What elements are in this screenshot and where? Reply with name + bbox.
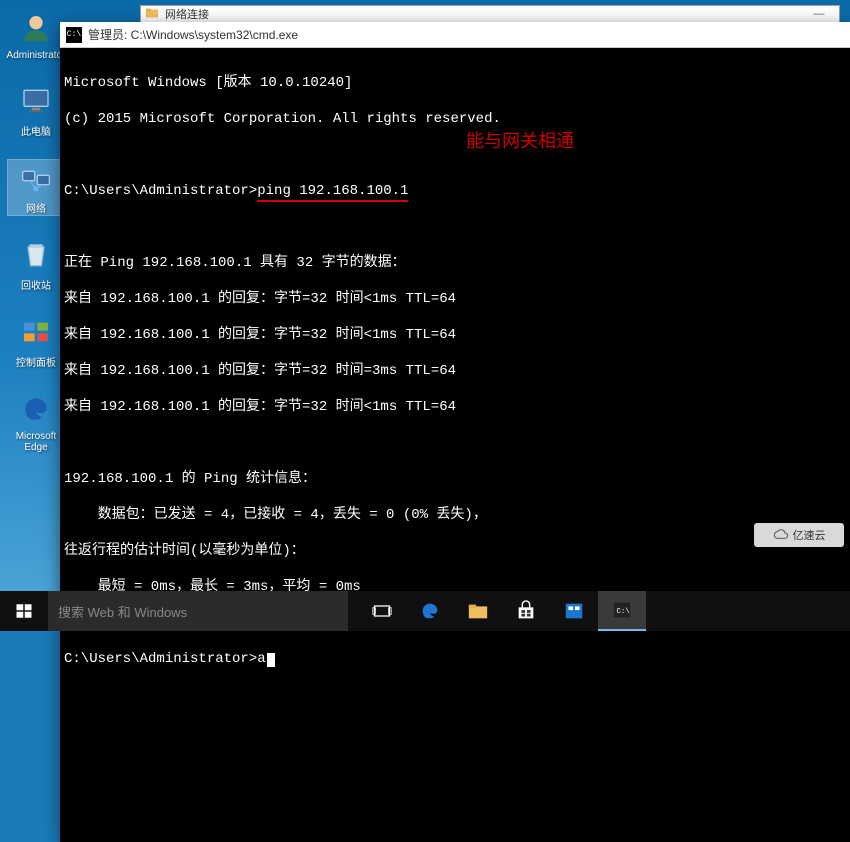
cmd-command: ping 192.168.100.1 (257, 183, 408, 202)
desktop-icon-label: 此电脑 (21, 123, 51, 138)
cmd-output-line: 192.168.100.1 的 Ping 统计信息： (64, 470, 846, 488)
desktop-icon-label: 控制面板 (16, 354, 56, 369)
cmd-window-title: 管理员: C:\Windows\system32\cmd.exe (88, 26, 298, 43)
minimize-button[interactable]: — (799, 8, 839, 20)
cmd-prompt: C:\Users\Administrator> (64, 651, 257, 667)
cmd-icon: C:\ (611, 599, 633, 621)
desktop-icon-label: 网络 (26, 200, 46, 215)
desktop-icon-label: Microsoft Edge (8, 431, 64, 453)
recycle-bin-icon (18, 237, 54, 273)
network-connections-window[interactable]: 网络连接 — (140, 5, 840, 23)
watermark-text: 亿速云 (793, 527, 826, 543)
cmd-output-line: 正在 Ping 192.168.100.1 具有 32 字节的数据： (64, 254, 846, 272)
desktop-icon-network[interactable]: 网络 (8, 160, 64, 215)
cmd-prompt-line: C:\Users\Administrator>ping 192.168.100.… (64, 182, 846, 200)
app-icon (563, 600, 585, 622)
desktop-icon-administrator[interactable]: Administrator (8, 10, 64, 61)
cmd-window: C:\ 管理员: C:\Windows\system32\cmd.exe Mic… (60, 22, 850, 842)
cmd-prompt-line: C:\Users\Administrator>a (64, 650, 846, 668)
window-title: 网络连接 (165, 6, 799, 22)
edge-icon (419, 600, 441, 622)
svg-text:C:\: C:\ (617, 608, 630, 616)
desktop-icon-label: Administrator (7, 50, 66, 61)
store-icon (515, 600, 537, 622)
desktop-icons: Administrator 此电脑 网络 回收站 控制面板 (8, 10, 64, 453)
cmd-blank-line (64, 146, 846, 164)
cmd-prompt: C:\Users\Administrator> (64, 183, 257, 199)
edge-icon (18, 391, 54, 427)
cloud-icon (773, 527, 789, 543)
cmd-output-line: Microsoft Windows [版本 10.0.10240] (64, 74, 846, 92)
cmd-output-line: 来自 192.168.100.1 的回复：字节=32 时间<1ms TTL=64 (64, 326, 846, 344)
start-button[interactable] (0, 591, 48, 631)
taskbar-settings-app[interactable] (550, 591, 598, 631)
cmd-icon: C:\ (66, 27, 82, 43)
cmd-output-line: 来自 192.168.100.1 的回复：字节=32 时间<1ms TTL=64 (64, 290, 846, 308)
folder-icon (145, 6, 161, 22)
monitor-icon (18, 83, 54, 119)
desktop-icon-this-pc[interactable]: 此电脑 (8, 83, 64, 138)
desktop-icon-recycle-bin[interactable]: 回收站 (8, 237, 64, 292)
cmd-output-line: 数据包：已发送 = 4，已接收 = 4，丢失 = 0 (0% 丢失)， (64, 506, 846, 524)
cmd-output-line: (c) 2015 Microsoft Corporation. All righ… (64, 110, 846, 128)
taskbar-edge[interactable] (406, 591, 454, 631)
taskbar-file-explorer[interactable] (454, 591, 502, 631)
cmd-titlebar[interactable]: C:\ 管理员: C:\Windows\system32\cmd.exe (60, 22, 850, 48)
cmd-output-line: 来自 192.168.100.1 的回复：字节=32 时间<1ms TTL=64 (64, 398, 846, 416)
cursor (267, 653, 275, 667)
folder-icon (467, 600, 489, 622)
cmd-blank-line (64, 434, 846, 452)
desktop-icon-label: 回收站 (21, 277, 51, 292)
task-view-icon (372, 601, 392, 621)
annotation-text: 能与网关相通 (466, 132, 574, 150)
search-input[interactable]: 搜索 Web 和 Windows (48, 591, 348, 631)
taskbar-task-view[interactable] (358, 591, 406, 631)
taskbar-store[interactable] (502, 591, 550, 631)
cmd-output-line: 往返行程的估计时间(以毫秒为单位)： (64, 542, 846, 560)
cmd-body[interactable]: Microsoft Windows [版本 10.0.10240] (c) 20… (60, 48, 850, 842)
desktop: Administrator 此电脑 网络 回收站 控制面板 (0, 0, 850, 591)
taskbar-cmd[interactable]: C:\ (598, 591, 646, 631)
cmd-blank-line (64, 218, 846, 236)
taskbar-items: C:\ (358, 591, 646, 631)
watermark: 亿速云 (754, 523, 844, 547)
taskbar: 搜索 Web 和 Windows C:\ (0, 591, 850, 631)
windows-icon (15, 602, 33, 620)
user-icon (18, 10, 54, 46)
control-panel-icon (18, 314, 54, 350)
desktop-icon-control-panel[interactable]: 控制面板 (8, 314, 64, 369)
search-placeholder: 搜索 Web 和 Windows (58, 602, 187, 621)
network-icon (18, 160, 54, 196)
cmd-output-line: 来自 192.168.100.1 的回复：字节=32 时间=3ms TTL=64 (64, 362, 846, 380)
desktop-icon-edge[interactable]: Microsoft Edge (8, 391, 64, 453)
cmd-input: a (257, 651, 265, 667)
